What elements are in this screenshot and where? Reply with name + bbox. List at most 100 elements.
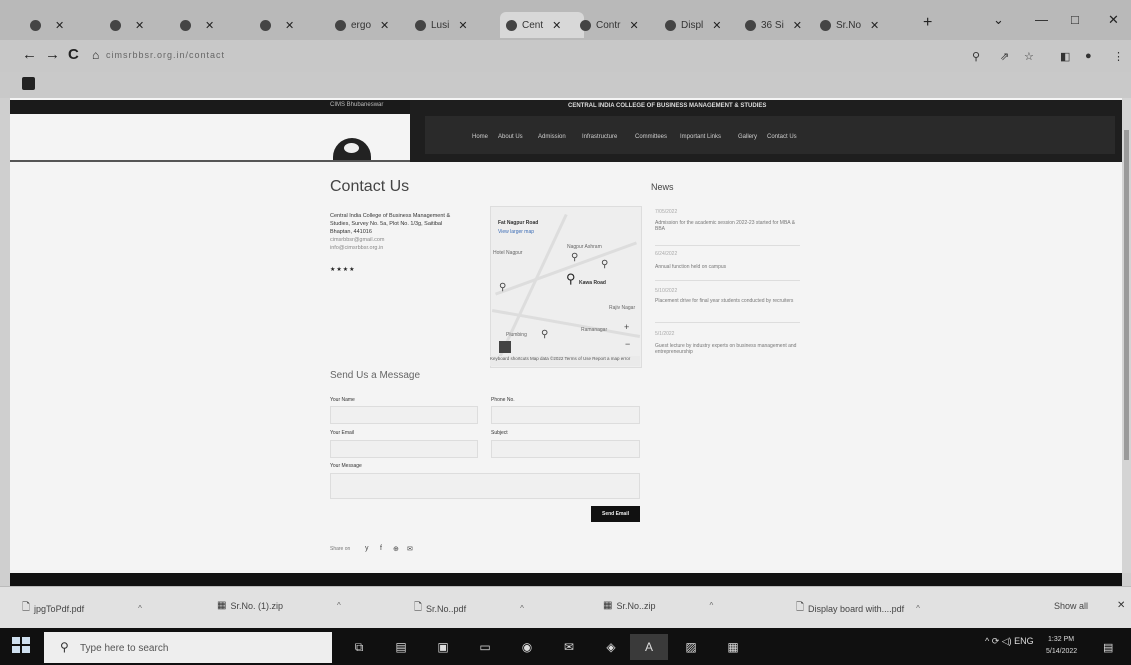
show-all-button[interactable]: Show all [1054, 601, 1088, 611]
download-item[interactable]: 🗋 Sr.No..pdf ^ [414, 600, 524, 617]
new-tab-button[interactable]: + [923, 14, 932, 32]
website-link[interactable]: info@cimsrbbsr.org.in [330, 245, 383, 251]
nav-committees[interactable]: Committees [635, 134, 667, 140]
store-icon[interactable]: ▣ [424, 634, 462, 660]
search-placeholder[interactable]: Type here to search [80, 643, 168, 654]
chevron-up-icon[interactable]: ^ [709, 601, 713, 610]
menu-icon[interactable]: ⋮ [1113, 50, 1124, 63]
tab-close-icon[interactable]: ✕ [552, 19, 561, 32]
close-icon[interactable]: ✕ [1108, 12, 1119, 28]
tab-close-icon[interactable]: ✕ [458, 19, 467, 32]
send-email-button[interactable]: Send Email [591, 506, 640, 522]
message-field[interactable] [330, 473, 640, 499]
browser-tab[interactable]: ✕ [30, 12, 100, 38]
browser-tab[interactable]: ✕ [110, 12, 172, 38]
browser-tab[interactable]: ergo ✕ [335, 12, 407, 38]
name-field[interactable] [330, 406, 478, 424]
zoom-out-icon[interactable]: − [625, 339, 630, 349]
minimize-icon[interactable]: — [1035, 12, 1048, 27]
sidepanel-icon[interactable]: ◧ [1060, 50, 1070, 63]
tab-close-icon[interactable]: ✕ [205, 19, 214, 32]
share-icon[interactable]: ⇗ [1000, 50, 1009, 63]
tab-close-icon[interactable]: ✕ [135, 19, 144, 32]
nav-links[interactable]: Important Links [680, 134, 721, 140]
tab-label: ergo [351, 19, 372, 31]
task-view-icon[interactable]: ⧉ [340, 634, 378, 660]
app-icon[interactable]: ▦ [714, 634, 752, 660]
nav-gallery[interactable]: Gallery [738, 134, 757, 140]
windows-start-icon[interactable] [12, 637, 30, 653]
map-larger-link[interactable]: View larger map [498, 229, 534, 235]
clock-date[interactable]: 5/14/2022 [1046, 648, 1077, 655]
nav-home[interactable]: Home [472, 134, 488, 140]
profile-icon[interactable]: ● [1085, 50, 1092, 62]
tab-close-icon[interactable]: ✕ [285, 19, 294, 32]
download-item[interactable]: 🗋 Display board with....pdf ^ [796, 600, 920, 617]
facebook-icon[interactable]: f [380, 545, 382, 552]
nav-about[interactable]: About Us [498, 134, 523, 140]
chrome-icon[interactable]: ◉ [508, 634, 546, 660]
file-explorer-icon[interactable]: ▤ [382, 634, 420, 660]
acrobat-icon[interactable]: A [630, 634, 668, 660]
clock-time[interactable]: 1:32 PM [1048, 636, 1074, 643]
tab-close-icon[interactable]: ✕ [870, 19, 879, 32]
mail-app-icon[interactable]: ✉ [550, 634, 588, 660]
browser-tab[interactable]: Sr.No ✕ [820, 12, 900, 38]
news-item[interactable]: Admission for the academic session 2022-… [655, 220, 800, 232]
back-icon[interactable]: ← [22, 46, 37, 63]
tab-close-icon[interactable]: ✕ [793, 19, 802, 32]
notification-icon[interactable]: ▤ [1103, 641, 1113, 654]
lock-icon[interactable]: ⌂ [92, 48, 99, 62]
nav-admission[interactable]: Admission [538, 134, 566, 140]
download-item[interactable]: 🗋 jpgToPdf.pdf ^ [22, 600, 142, 617]
chevron-up-icon[interactable]: ^ [916, 604, 920, 613]
download-item[interactable]: ▦ Sr.No..zip ^ [603, 600, 713, 611]
bookmark-icon[interactable] [22, 77, 35, 90]
zoom-icon[interactable]: ⚲ [972, 50, 980, 63]
browser-tab[interactable]: ✕ [180, 12, 252, 38]
location-pin-icon[interactable]: ⚲ [566, 271, 576, 287]
map-thumbnail-icon[interactable] [499, 341, 511, 353]
twitter-icon[interactable]: y [365, 545, 369, 552]
chevron-up-icon[interactable]: ^ [337, 601, 341, 610]
pinterest-icon[interactable]: ⊕ [393, 545, 399, 553]
forward-icon[interactable]: → [45, 46, 60, 63]
scrollbar-thumb[interactable] [1124, 130, 1129, 460]
download-item[interactable]: ▦ Sr.No. (1).zip ^ [217, 600, 341, 611]
nav-contact[interactable]: Contact Us [767, 134, 797, 140]
chevron-up-icon[interactable]: ^ [520, 604, 524, 613]
news-item[interactable]: Annual function held on campus [655, 264, 800, 270]
reload-icon[interactable]: C [68, 46, 79, 63]
zip-icon: ▦ [217, 600, 227, 611]
subject-field[interactable] [491, 440, 640, 458]
browser-tab[interactable]: Contr ✕ [580, 12, 658, 38]
browser-tab[interactable]: Displ ✕ [665, 12, 737, 38]
system-tray[interactable]: ^ ⟳ ◁) ENG [985, 636, 1034, 647]
browser-tab[interactable]: 36 Si ✕ [745, 12, 815, 38]
browser-tab[interactable]: Lusi ✕ [415, 12, 493, 38]
chevron-up-icon[interactable]: ^ [138, 604, 142, 613]
maximize-icon[interactable]: □ [1071, 12, 1079, 27]
tab-search-icon[interactable]: ⌄ [993, 12, 1004, 28]
browser-tab[interactable]: Cent ✕ [500, 12, 584, 38]
zoom-in-icon[interactable]: + [624, 322, 629, 332]
mail-icon[interactable]: ✉ [407, 545, 413, 553]
tab-close-icon[interactable]: ✕ [55, 19, 64, 32]
url-field[interactable]: cimsrbbsr.org.in/contact [106, 50, 225, 60]
folder-icon[interactable]: ▭ [466, 634, 504, 660]
tab-close-icon[interactable]: ✕ [380, 19, 389, 32]
photos-icon[interactable]: ▨ [672, 634, 710, 660]
tab-close-icon[interactable]: ✕ [712, 19, 721, 32]
news-item[interactable]: Guest lecture by industry experts on bus… [655, 343, 800, 355]
news-item[interactable]: Placement drive for final year students … [655, 298, 800, 304]
google-map[interactable]: Fat Nagpur Road View larger map Hotel Na… [490, 206, 642, 368]
star-icon[interactable]: ☆ [1024, 50, 1034, 63]
email-field[interactable] [330, 440, 478, 458]
vscode-icon[interactable]: ◈ [592, 634, 630, 660]
tab-close-icon[interactable]: ✕ [629, 19, 638, 32]
browser-tab[interactable]: ✕ [260, 12, 328, 38]
email-link[interactable]: cimsrbbsr@gmail.com [330, 237, 384, 243]
nav-infrastructure[interactable]: Infrastructure [582, 134, 617, 140]
close-icon[interactable]: ✕ [1117, 600, 1125, 611]
phone-field[interactable] [491, 406, 640, 424]
